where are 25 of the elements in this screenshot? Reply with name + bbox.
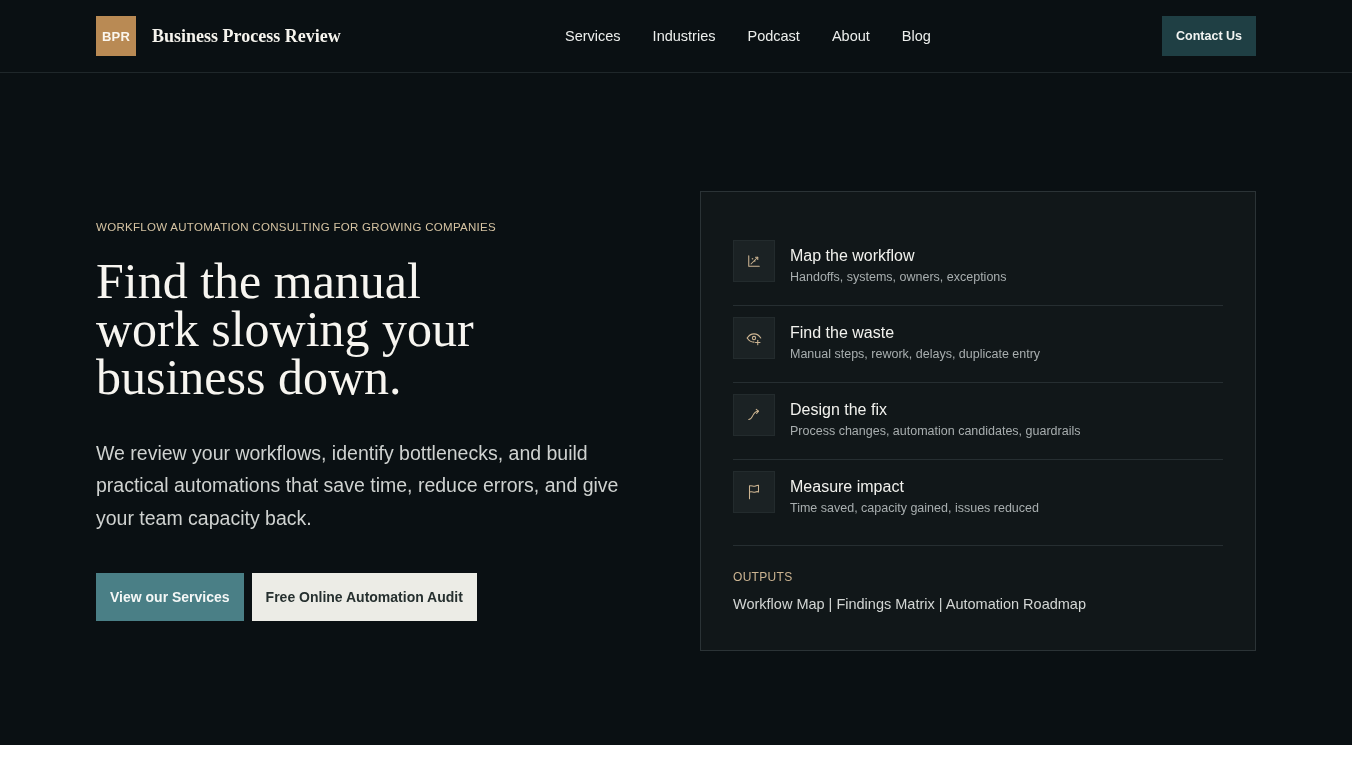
eye-plus-icon [733, 316, 775, 359]
audit-button[interactable]: Free Online Automation Audit [251, 573, 477, 622]
nav-link[interactable]: Industries [652, 28, 716, 44]
nav-link[interactable]: About [831, 28, 870, 44]
step-description: Process changes, automation candidates, guardrails [790, 424, 1081, 438]
outputs-label: OUTPUTS [733, 570, 793, 584]
nav-link[interactable]: Podcast [747, 28, 800, 44]
site-name[interactable]: Business Process Review [152, 25, 341, 47]
chart-icon [733, 239, 775, 282]
services-button[interactable]: View our Services [96, 573, 244, 622]
step-title: Map the workflow [790, 247, 916, 265]
contact-button[interactable]: Contact Us [1162, 16, 1256, 56]
step-title: Design the fix [790, 401, 888, 419]
nav-link[interactable]: Services [565, 28, 621, 44]
step-title: Find the waste [790, 324, 896, 342]
description-text: We review your workflows, identify bottlenecks, and build practical automations that save time, reduce errors, and give your team capacity back. [96, 440, 620, 531]
headline: Find the manual work slowing your business down. [96, 256, 475, 401]
eyebrow-text: WORKFLOW AUTOMATION CONSULTING FOR GROWING COMPANIES [96, 220, 496, 233]
outputs-list: Workflow Map | Findings Matrix | Automation Roadmap [733, 596, 1086, 612]
nav-link[interactable]: Blog [901, 28, 931, 44]
flag-icon [733, 470, 775, 513]
step-description: Time saved, capacity gained, issues reduced [790, 501, 1039, 515]
step-description: Manual steps, rework, delays, duplicate entry [790, 347, 1041, 361]
step-description: Handoffs, systems, owners, exceptions [790, 270, 1007, 284]
step-title: Measure impact [790, 478, 905, 496]
